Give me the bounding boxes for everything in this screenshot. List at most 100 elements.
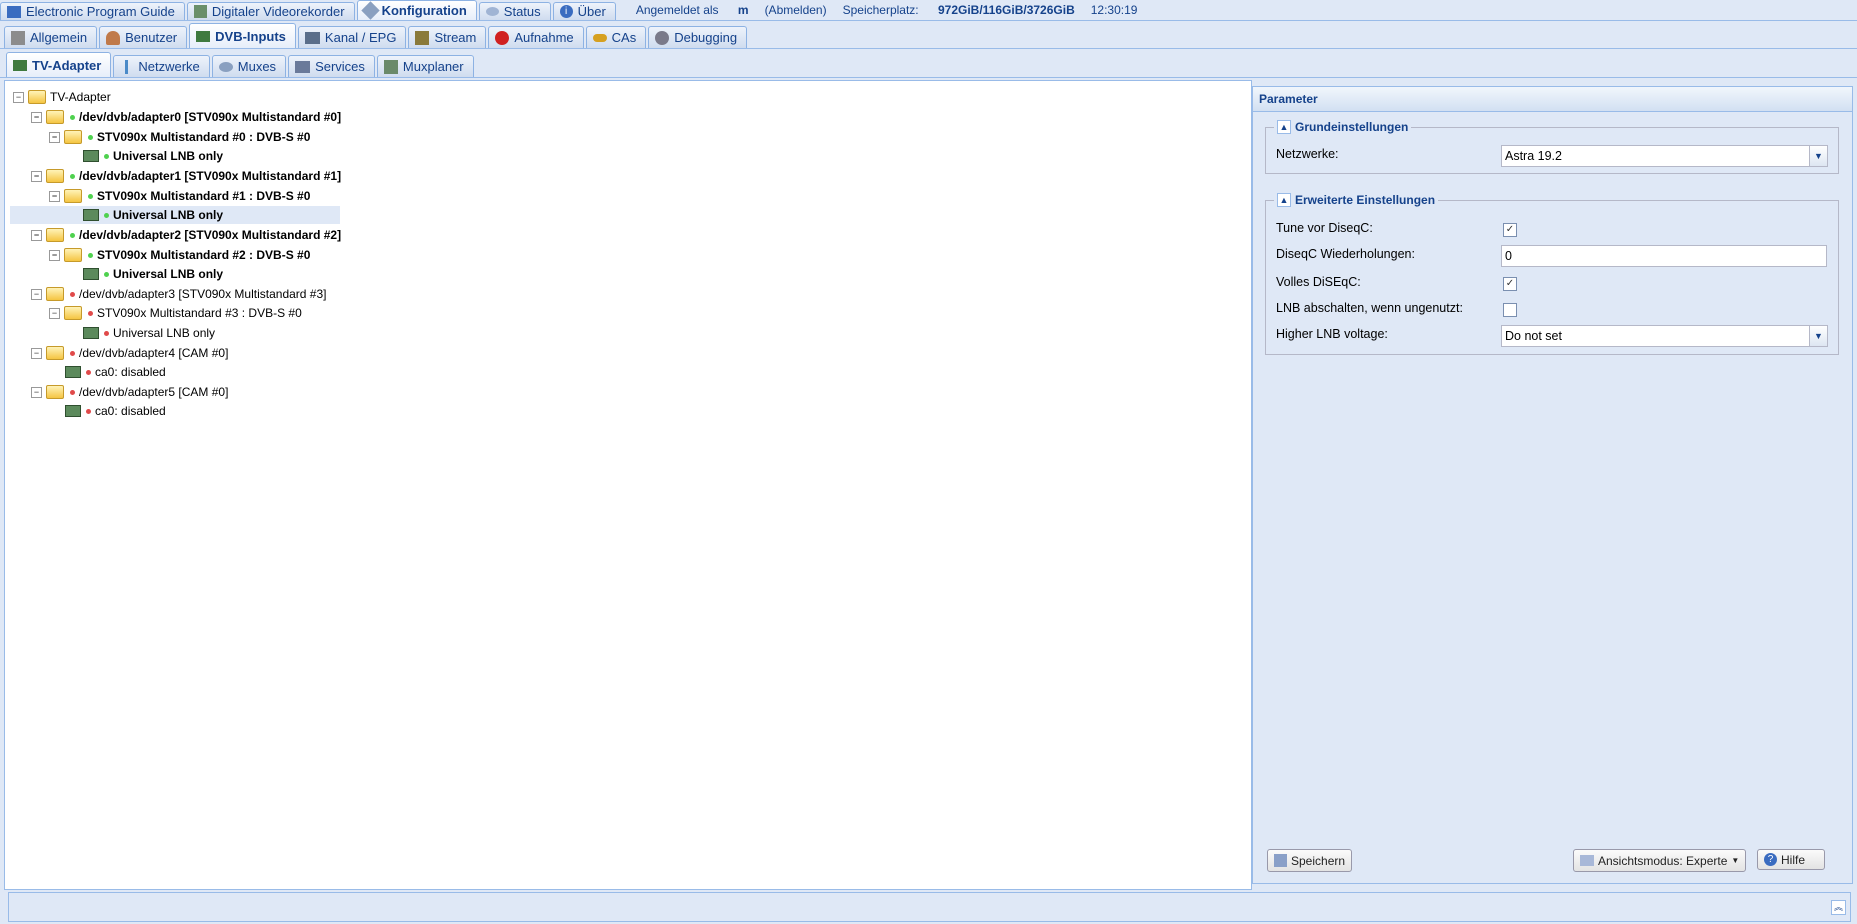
clock: 12:30:19 <box>1090 2 1138 17</box>
collapse-icon[interactable]: − <box>13 91 24 103</box>
tv-card-icon <box>65 405 81 417</box>
logout-link[interactable]: (Abmelden) <box>765 3 827 17</box>
tab-label: Status <box>503 4 541 19</box>
tab-dvb-inputs[interactable]: DVB-Inputs <box>189 23 296 48</box>
tune-checkbox[interactable]: ✓ <box>1503 223 1517 237</box>
tab-aufnahme[interactable]: Aufnahme <box>488 26 584 48</box>
session-info: Angemeldet als m (Abmelden) Speicherplat… <box>636 0 1154 20</box>
networks-value: Astra 19.2 <box>1505 149 1562 163</box>
view-mode-button[interactable]: Ansichtsmodus: Experte ▼ <box>1573 849 1747 872</box>
dropdown-arrow-icon: ▼ <box>1731 856 1740 865</box>
tree-node-adapter0[interactable]: − /dev/dvb/adapter0 [STV090x Multistandar… <box>31 108 341 126</box>
collapse-up-icon[interactable]: ︽ <box>1831 900 1846 915</box>
tree-node-adapter4[interactable]: − /dev/dvb/adapter4 [CAM #0] <box>31 344 228 362</box>
collapse-up-icon[interactable]: ▲ <box>1277 193 1291 207</box>
tab-debugging[interactable]: Debugging <box>648 26 748 48</box>
tree-node-ca5[interactable]: ca0: disabled <box>65 402 166 420</box>
status-bar: ︽ <box>8 892 1851 922</box>
tab-allgemein[interactable]: Allgemein <box>4 26 98 48</box>
tree-node-label: /dev/dvb/adapter0 [STV090x Multistandard… <box>79 110 342 124</box>
basic-settings-legend[interactable]: ▲ Grundeinstellungen <box>1274 120 1411 134</box>
advanced-settings-legend[interactable]: ▲ Erweiterte Einstellungen <box>1274 193 1438 207</box>
save-button[interactable]: Speichern <box>1267 849 1353 872</box>
tree-node-frontend0[interactable]: − STV090x Multistandard #0 : DVB-S #0 <box>49 128 310 146</box>
status-green-icon <box>88 193 93 199</box>
tv-card-icon <box>83 209 99 221</box>
logged-in-label: Angemeldet als <box>635 2 719 17</box>
tv-card-icon <box>65 366 81 378</box>
tree-root[interactable]: − TV-Adapter <box>13 88 111 106</box>
collapse-icon[interactable]: − <box>31 347 42 359</box>
tree-node-label: STV090x Multistandard #0 : DVB-S #0 <box>97 130 311 144</box>
collapse-icon[interactable]: − <box>49 190 60 202</box>
username: m <box>737 2 749 17</box>
tab-label: Stream <box>434 30 477 45</box>
tree-node-lnb1-selected[interactable]: Universal LNB only <box>10 206 340 224</box>
folder-icon <box>64 248 82 262</box>
collapse-icon[interactable]: − <box>31 288 42 300</box>
tab-netzwerke[interactable]: Netzwerke <box>113 55 210 77</box>
networks-combo[interactable]: Astra 19.2 ▼ <box>1501 145 1828 167</box>
collapse-icon[interactable]: − <box>31 386 42 398</box>
tab-stream[interactable]: Stream <box>408 26 487 48</box>
collapse-icon[interactable]: − <box>31 170 42 182</box>
tree-node-adapter3[interactable]: − /dev/dvb/adapter3 [STV090x Multistandar… <box>31 285 326 303</box>
info-icon: i <box>559 5 573 18</box>
services-icon <box>295 60 311 73</box>
collapse-icon[interactable]: − <box>49 249 60 261</box>
status-green-icon <box>70 173 75 179</box>
stream-icon <box>415 30 430 45</box>
tab-muxplaner[interactable]: Muxplaner <box>376 55 474 77</box>
tree-node-lnb3[interactable]: Universal LNB only <box>83 324 215 342</box>
tab-services[interactable]: Services <box>288 55 375 77</box>
tv-card-icon <box>83 268 99 280</box>
tree-node-ca4[interactable]: ca0: disabled <box>65 363 166 381</box>
repeats-label: DiseqC Wiederholungen: <box>1276 247 1415 261</box>
tree-node-lnb2[interactable]: Universal LNB only <box>83 265 223 283</box>
collapse-icon[interactable]: − <box>31 229 42 241</box>
tv-card-icon <box>13 59 27 71</box>
lnb-off-label: LNB abschalten, wenn ungenutzt: <box>1276 301 1463 315</box>
chevron-down-icon[interactable]: ▼ <box>1809 326 1827 346</box>
tree-node-adapter1[interactable]: − /dev/dvb/adapter1 [STV090x Multistandar… <box>31 167 341 185</box>
tab-status[interactable]: Status <box>478 2 551 20</box>
tab-label: Debugging <box>674 30 738 45</box>
collapse-up-icon[interactable]: ▲ <box>1277 120 1291 134</box>
tab-epg[interactable]: Electronic Program Guide <box>0 2 185 20</box>
tree-node-adapter5[interactable]: − /dev/dvb/adapter5 [CAM #0] <box>31 383 228 401</box>
dvb-tab-bar: TV-Adapter Netzwerke Muxes Services Muxp… <box>0 52 1857 78</box>
tab-dvr[interactable]: Digitaler Videorekorder <box>186 2 355 20</box>
tab-konfiguration[interactable]: Konfiguration <box>356 0 477 20</box>
collapse-icon[interactable]: − <box>49 307 60 319</box>
repeats-input[interactable]: 0 <box>1501 245 1827 267</box>
tab-benutzer[interactable]: Benutzer <box>99 26 188 48</box>
tab-kanal-epg[interactable]: Kanal / EPG <box>297 26 407 48</box>
parameter-panel: Parameter ▲ Grundeinstellungen Netzwerke:… <box>1252 86 1853 884</box>
tv-icon <box>304 31 320 44</box>
voltage-combo[interactable]: Do not set ▼ <box>1501 325 1828 347</box>
chevron-down-icon[interactable]: ▼ <box>1809 146 1827 166</box>
tree-node-frontend3[interactable]: − STV090x Multistandard #3 : DVB-S #0 <box>49 304 302 322</box>
tree-node-label: /dev/dvb/adapter1 [STV090x Multistandard… <box>79 169 342 183</box>
tree-node-label: Universal LNB only <box>113 326 216 340</box>
panel-title: Parameter <box>1253 87 1852 112</box>
tree-node-adapter2[interactable]: − /dev/dvb/adapter2 [STV090x Multistandar… <box>31 226 341 244</box>
collapse-icon[interactable]: − <box>31 111 42 123</box>
tab-cas[interactable]: CAs <box>585 26 647 48</box>
full-diseqc-checkbox[interactable]: ✓ <box>1503 277 1517 291</box>
collapse-icon[interactable]: − <box>49 131 60 143</box>
tab-tv-adapter[interactable]: TV-Adapter <box>6 52 112 77</box>
help-button[interactable]: ? Hilfe <box>1757 849 1825 870</box>
tv-card-icon <box>196 30 211 42</box>
tab-muxes[interactable]: Muxes <box>211 55 287 77</box>
folder-icon <box>46 385 64 399</box>
folder-icon <box>28 90 46 104</box>
tree-node-lnb0[interactable]: Universal LNB only <box>83 147 223 165</box>
tree-node-frontend2[interactable]: − STV090x Multistandard #2 : DVB-S #0 <box>49 246 310 264</box>
status-green-icon <box>88 252 93 258</box>
tree-node-frontend1[interactable]: − STV090x Multistandard #1 : DVB-S #0 <box>49 187 310 205</box>
tools-icon <box>11 30 25 45</box>
tune-label: Tune vor DiseqC: <box>1276 221 1373 235</box>
tab-about[interactable]: i Über <box>552 2 616 20</box>
lnb-off-checkbox[interactable] <box>1503 303 1517 317</box>
